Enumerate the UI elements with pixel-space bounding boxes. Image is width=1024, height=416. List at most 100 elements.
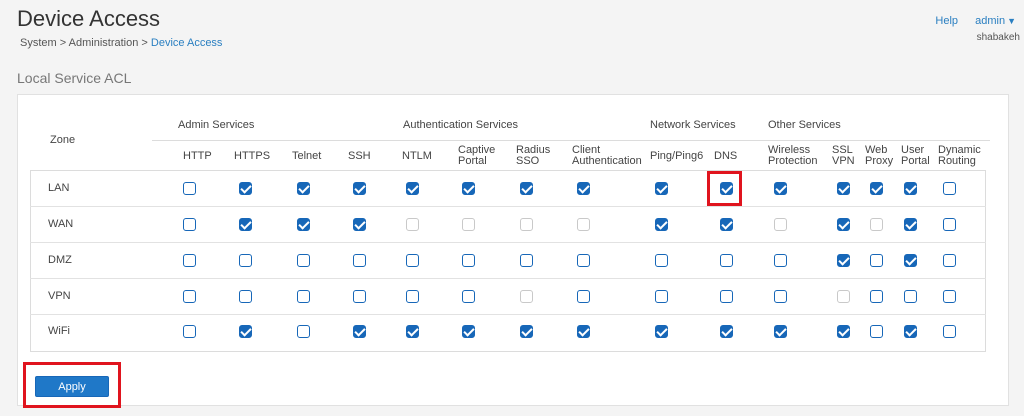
column-header-radius: Radius SSO — [516, 144, 551, 167]
checkbox-vpn-ntlm[interactable] — [406, 290, 419, 303]
checkbox-wan-ntlm — [406, 218, 419, 231]
apply-button[interactable]: Apply — [35, 376, 109, 397]
checkbox-dmz-dynrouting[interactable] — [943, 254, 956, 267]
checkbox-lan-clientauth[interactable] — [577, 182, 590, 195]
checkbox-dmz-ssh[interactable] — [353, 254, 366, 267]
zone-label-wan: WAN — [48, 218, 74, 230]
checkbox-vpn-ssh[interactable] — [353, 290, 366, 303]
checkbox-lan-http[interactable] — [183, 182, 196, 195]
checkbox-lan-telnet[interactable] — [297, 182, 310, 195]
checkbox-wan-userportal[interactable] — [904, 218, 917, 231]
checkbox-wan-webproxy — [870, 218, 883, 231]
column-header-ssh: SSH — [348, 150, 371, 162]
breadcrumb-system[interactable]: System — [20, 37, 57, 49]
checkbox-vpn-dns[interactable] — [720, 290, 733, 303]
breadcrumb-device-access[interactable]: Device Access — [151, 37, 223, 49]
user-area: Help admin ▼ — [935, 15, 1016, 27]
zone-label-vpn: VPN — [48, 290, 71, 302]
help-link[interactable]: Help — [935, 15, 958, 27]
checkbox-vpn-telnet[interactable] — [297, 290, 310, 303]
checkbox-lan-ssh[interactable] — [353, 182, 366, 195]
breadcrumb-administration[interactable]: Administration — [69, 37, 139, 49]
checkbox-dmz-webproxy[interactable] — [870, 254, 883, 267]
section-title: Local Service ACL — [17, 70, 132, 86]
checkbox-wan-dns[interactable] — [720, 218, 733, 231]
checkbox-dmz-captive[interactable] — [462, 254, 475, 267]
checkbox-dmz-userportal[interactable] — [904, 254, 917, 267]
checkbox-vpn-clientauth[interactable] — [577, 290, 590, 303]
checkbox-vpn-http[interactable] — [183, 290, 196, 303]
checkbox-lan-ping[interactable] — [655, 182, 668, 195]
checkbox-wan-sslvpn[interactable] — [837, 218, 850, 231]
column-header-telnet: Telnet — [292, 150, 322, 162]
checkbox-wifi-ping[interactable] — [655, 325, 668, 338]
checkbox-wan-dynrouting[interactable] — [943, 218, 956, 231]
column-header-clientauth: Client Authentication — [572, 144, 642, 167]
checkbox-lan-sslvpn[interactable] — [837, 182, 850, 195]
checkbox-wan-captive — [462, 218, 475, 231]
checkbox-vpn-captive[interactable] — [462, 290, 475, 303]
checkbox-vpn-ping[interactable] — [655, 290, 668, 303]
column-header-userportal: User Portal — [901, 144, 930, 167]
checkbox-wifi-captive[interactable] — [462, 325, 475, 338]
column-header-captive: Captive Portal — [458, 144, 496, 167]
checkbox-lan-webproxy[interactable] — [870, 182, 883, 195]
checkbox-wifi-https[interactable] — [239, 325, 252, 338]
checkbox-dmz-http[interactable] — [183, 254, 196, 267]
column-header-https: HTTPS — [234, 150, 271, 162]
checkbox-lan-https[interactable] — [239, 182, 252, 195]
caret-down-icon: ▼ — [1007, 16, 1016, 26]
checkbox-lan-wireless[interactable] — [774, 182, 787, 195]
checkbox-wifi-http[interactable] — [183, 325, 196, 338]
checkbox-wan-https[interactable] — [239, 218, 252, 231]
checkbox-wifi-clientauth[interactable] — [577, 325, 590, 338]
checkbox-dmz-dns[interactable] — [720, 254, 733, 267]
checkbox-dmz-clientauth[interactable] — [577, 254, 590, 267]
checkbox-dmz-sslvpn[interactable] — [837, 254, 850, 267]
checkbox-dmz-ntlm[interactable] — [406, 254, 419, 267]
checkbox-wifi-telnet[interactable] — [297, 325, 310, 338]
checkbox-vpn-radius — [520, 290, 533, 303]
row-divider — [30, 206, 986, 207]
checkbox-wifi-wireless[interactable] — [774, 325, 787, 338]
checkbox-wan-ssh[interactable] — [353, 218, 366, 231]
admin-menu[interactable]: admin ▼ — [975, 15, 1016, 27]
breadcrumb-separator: > — [59, 37, 67, 49]
checkbox-vpn-userportal[interactable] — [904, 290, 917, 303]
checkbox-wifi-webproxy[interactable] — [870, 325, 883, 338]
checkbox-wifi-dynrouting[interactable] — [943, 325, 956, 338]
org-name: shabakeh — [976, 32, 1020, 43]
checkbox-vpn-webproxy[interactable] — [870, 290, 883, 303]
checkbox-wan-clientauth — [577, 218, 590, 231]
column-header-http: HTTP — [183, 150, 212, 162]
column-header-dns: DNS — [714, 150, 738, 162]
checkbox-wifi-ntlm[interactable] — [406, 325, 419, 338]
checkbox-lan-ntlm[interactable] — [406, 182, 419, 195]
checkbox-wan-telnet[interactable] — [297, 218, 310, 231]
checkbox-dmz-telnet[interactable] — [297, 254, 310, 267]
checkbox-wan-radius — [520, 218, 533, 231]
row-divider — [30, 314, 986, 315]
checkbox-lan-dynrouting[interactable] — [943, 182, 956, 195]
checkbox-wan-ping[interactable] — [655, 218, 668, 231]
checkbox-vpn-dynrouting[interactable] — [943, 290, 956, 303]
checkbox-vpn-wireless[interactable] — [774, 290, 787, 303]
checkbox-wifi-dns[interactable] — [720, 325, 733, 338]
checkbox-dmz-wireless[interactable] — [774, 254, 787, 267]
zone-label-dmz: DMZ — [48, 254, 72, 266]
checkbox-lan-captive[interactable] — [462, 182, 475, 195]
checkbox-wifi-userportal[interactable] — [904, 325, 917, 338]
checkbox-lan-radius[interactable] — [520, 182, 533, 195]
checkbox-dmz-ping[interactable] — [655, 254, 668, 267]
checkbox-wan-http[interactable] — [183, 218, 196, 231]
checkbox-wifi-radius[interactable] — [520, 325, 533, 338]
breadcrumb-separator: > — [141, 37, 148, 49]
checkbox-lan-userportal[interactable] — [904, 182, 917, 195]
checkbox-vpn-https[interactable] — [239, 290, 252, 303]
checkbox-vpn-sslvpn — [837, 290, 850, 303]
checkbox-wifi-sslvpn[interactable] — [837, 325, 850, 338]
checkbox-dmz-radius[interactable] — [520, 254, 533, 267]
column-header-ping: Ping/Ping6 — [650, 150, 704, 162]
checkbox-dmz-https[interactable] — [239, 254, 252, 267]
checkbox-wifi-ssh[interactable] — [353, 325, 366, 338]
